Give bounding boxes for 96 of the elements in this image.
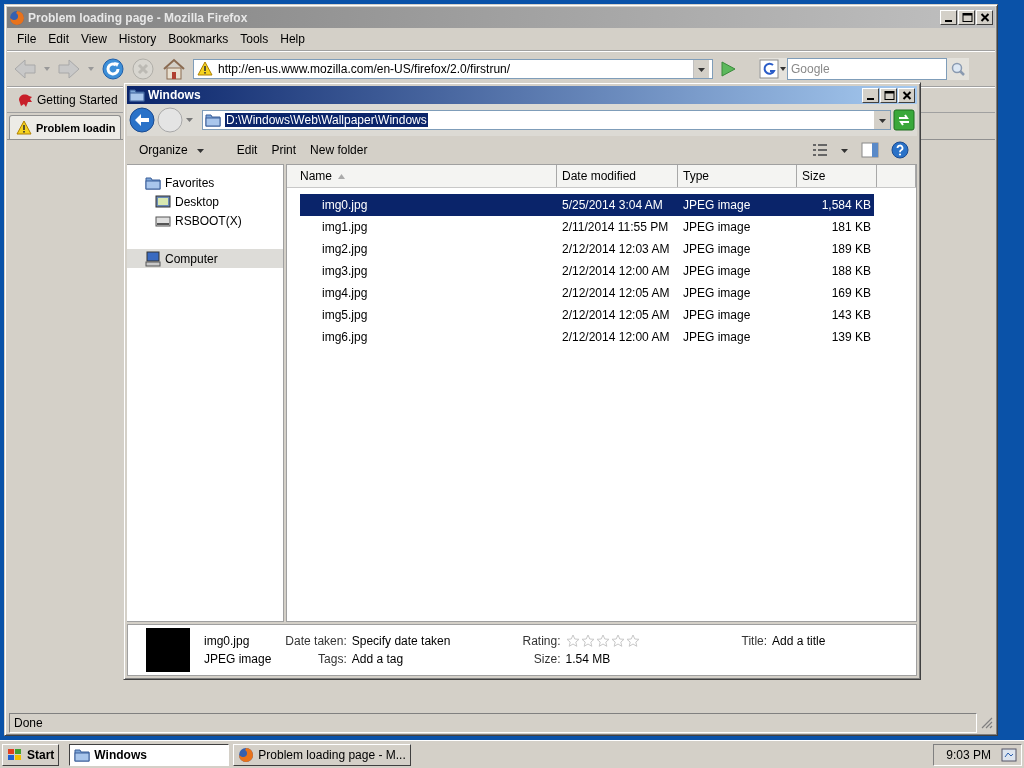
menu-item[interactable]: Bookmarks	[162, 32, 235, 46]
menu-button[interactable]: Organize	[133, 140, 211, 160]
property-label: Rating:	[522, 634, 561, 648]
file-row[interactable]: img4.jpg 2/12/2014 12:05 AM JPEG image 169 KB	[300, 282, 874, 304]
maximize-icon	[881, 88, 896, 102]
menu-item[interactable]: Edit	[42, 32, 76, 46]
caret-icon[interactable]	[840, 147, 849, 153]
file-row[interactable]: img5.jpg 2/12/2014 12:05 AM JPEG image 143 KB	[300, 304, 874, 326]
preview-pane-icon[interactable]	[861, 141, 879, 159]
refresh-icon[interactable]	[893, 109, 915, 131]
star-icon[interactable]	[610, 634, 625, 648]
star-icon[interactable]	[595, 634, 610, 648]
go-icon[interactable]	[719, 60, 737, 78]
file-row[interactable]: img1.jpg 2/11/2014 11:55 PM JPEG image 181 KB	[300, 216, 874, 238]
folder-icon	[74, 746, 91, 763]
property-value[interactable]: 1.54 MB	[565, 652, 640, 666]
property-label: Tags:	[317, 652, 347, 666]
folder-icon	[205, 112, 221, 128]
computer-icon	[145, 250, 161, 267]
start-button[interactable]: Start	[2, 743, 60, 766]
caret-icon	[195, 147, 205, 153]
clock: 9:03 PM	[946, 747, 991, 762]
caret-icon	[43, 66, 51, 72]
toolbar-button[interactable]: Print	[265, 140, 303, 160]
search-field[interactable]: Google	[787, 58, 947, 80]
maximize-icon	[959, 11, 974, 24]
warning-icon	[197, 61, 213, 77]
column-header[interactable]: Date modified	[557, 165, 678, 187]
reload-icon[interactable]	[101, 57, 125, 81]
caret-icon	[87, 66, 95, 72]
column-header[interactable]: Size	[797, 165, 877, 187]
resize-grip-icon	[981, 717, 993, 729]
property-value[interactable]: Specify date taken	[351, 634, 451, 648]
search-engine-icon[interactable]	[759, 59, 787, 79]
close-button[interactable]	[976, 10, 993, 25]
star-icon[interactable]	[625, 634, 640, 648]
menu-item[interactable]: File	[11, 32, 43, 46]
minimize-icon	[867, 97, 874, 100]
menu-item[interactable]: History	[112, 32, 163, 46]
sort-icon	[338, 173, 345, 179]
bookmark-item[interactable]: Getting Started	[15, 90, 120, 110]
minimize-button[interactable]	[940, 10, 957, 25]
menu-item[interactable]: View	[75, 32, 113, 46]
property-value[interactable]: Add a title	[772, 634, 826, 648]
close-button[interactable]	[898, 87, 915, 103]
maximize-button[interactable]	[958, 10, 975, 25]
nav-item[interactable]: Desktop	[127, 192, 283, 211]
warning-icon	[16, 119, 32, 136]
file-row[interactable]: img2.jpg 2/12/2014 12:03 AM JPEG image 189 KB	[300, 238, 874, 260]
taskbar-button[interactable]: Problem loading page - M...	[233, 743, 411, 766]
column-header[interactable]: Type	[678, 165, 797, 187]
nav-item[interactable]: Computer	[127, 249, 283, 268]
tray-icon[interactable]	[1001, 746, 1017, 763]
back-button-icon[interactable]	[129, 107, 155, 133]
toolbar-button[interactable]: Edit	[230, 140, 264, 160]
toolbar-button[interactable]: New folder	[304, 140, 374, 160]
desktop-icon	[155, 193, 171, 210]
nav-item[interactable]: Favorites	[127, 173, 283, 192]
bookmark-icon	[17, 92, 33, 108]
property-value[interactable]: Add a tag	[351, 652, 451, 666]
file-name: img0.jpg	[204, 634, 251, 648]
help-icon[interactable]	[891, 141, 909, 159]
taskbar-button[interactable]: Windows	[69, 743, 230, 766]
address-field[interactable]: D:\Windows\Web\Wallpaper\Windows	[202, 110, 891, 130]
dropdown-icon[interactable]	[697, 65, 706, 73]
column-header[interactable]: Name	[287, 165, 557, 187]
folder-icon	[145, 174, 161, 191]
menu-item[interactable]: Tools	[234, 32, 275, 46]
file-type: JPEG image	[204, 652, 272, 666]
search-icon[interactable]	[951, 62, 965, 76]
status-text: Done	[9, 713, 977, 733]
maximize-button[interactable]	[880, 87, 897, 103]
folder-icon	[129, 87, 145, 103]
tab[interactable]: Problem loadin	[9, 115, 121, 139]
windows-flag-icon	[7, 747, 23, 762]
file-row[interactable]: img3.jpg 2/12/2014 12:00 AM JPEG image 188 KB	[300, 260, 874, 282]
window-title: Problem loading page - Mozilla Firefox	[28, 10, 248, 25]
window-title: Windows	[148, 88, 201, 102]
views-icon[interactable]	[812, 142, 828, 158]
file-row[interactable]: img0.jpg 5/25/2014 3:04 AM JPEG image 1,584 KB	[300, 194, 874, 216]
minimize-button[interactable]	[862, 87, 879, 103]
property-label: Date taken:	[285, 634, 347, 648]
file-row[interactable]: img6.jpg 2/12/2014 12:00 AM JPEG image 139 KB	[300, 326, 874, 348]
property-label: Size:	[532, 652, 561, 666]
star-icon[interactable]	[565, 634, 580, 648]
address-field[interactable]: http://en-us.www.mozilla.com/en-US/firefox/2.0/firstrun/	[193, 59, 713, 79]
firefox-icon	[9, 9, 25, 26]
property-label: Title:	[741, 634, 768, 648]
star-icon[interactable]	[580, 634, 595, 648]
home-icon[interactable]	[161, 57, 187, 81]
image-thumbnail	[146, 628, 190, 672]
nav-item[interactable]: RSBOOT(X)	[127, 211, 283, 230]
minimize-icon	[945, 20, 952, 22]
firefox-icon	[238, 746, 255, 763]
menu-item[interactable]: Help	[274, 32, 311, 46]
dropdown-icon[interactable]	[877, 116, 887, 124]
